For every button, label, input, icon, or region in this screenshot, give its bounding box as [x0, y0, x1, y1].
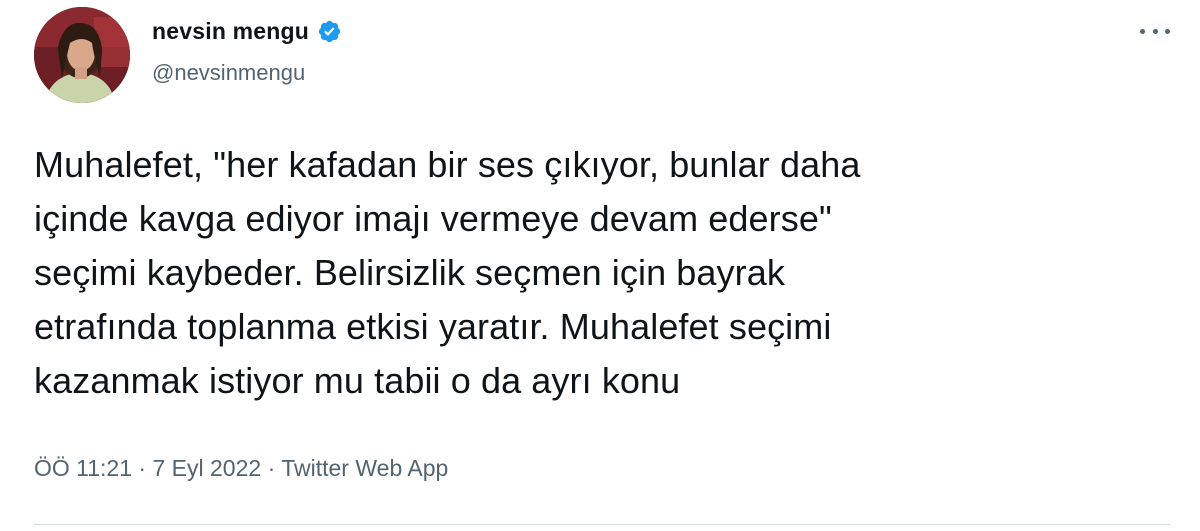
tweet-text-line: Muhalefet, "her kafadan bir ses çıkıyor,… — [34, 144, 861, 185]
tweet-date[interactable]: 7 Eyl 2022 — [152, 455, 261, 481]
tweet-source[interactable]: Twitter Web App — [281, 455, 448, 481]
avatar[interactable] — [34, 7, 130, 103]
tweet-text-line: içinde kavga ediyor imajı vermeye devam … — [34, 198, 832, 239]
tweet-text-line: kazanmak istiyor mu tabii o da ayrı konu — [34, 360, 681, 401]
meta-separator: · — [267, 455, 276, 481]
tweet-time[interactable]: ÖÖ 11:21 — [34, 455, 132, 481]
more-options-icon[interactable] — [1140, 20, 1170, 42]
tweet-text: Muhalefet, "her kafadan bir ses çıkıyor,… — [34, 138, 1154, 408]
verified-badge-icon — [318, 20, 341, 42]
meta-separator: · — [138, 455, 147, 481]
author-block: nevsin mengu @nevsinmengu — [152, 16, 342, 86]
more-dot-icon — [1140, 28, 1145, 34]
more-dot-icon — [1152, 28, 1158, 34]
tweet-text-line: etrafında toplanma etkisi yaratır. Muhal… — [34, 306, 832, 347]
tweet-card: nevsin mengu @nevsinmengu Muhalefet, "he… — [0, 0, 1200, 531]
author-handle[interactable]: @nevsinmengu — [152, 60, 342, 86]
tweet-metadata: ÖÖ 11:21 · 7 Eyl 2022 · Twitter Web App — [34, 455, 448, 482]
avatar-image — [34, 7, 130, 103]
author-display-name[interactable]: nevsin mengu — [152, 18, 309, 45]
divider — [34, 524, 1170, 525]
more-dot-icon — [1165, 28, 1170, 34]
tweet-text-line: seçimi kaybeder. Belirsizlik seçmen için… — [34, 252, 785, 293]
author-name-row: nevsin mengu — [152, 16, 342, 46]
